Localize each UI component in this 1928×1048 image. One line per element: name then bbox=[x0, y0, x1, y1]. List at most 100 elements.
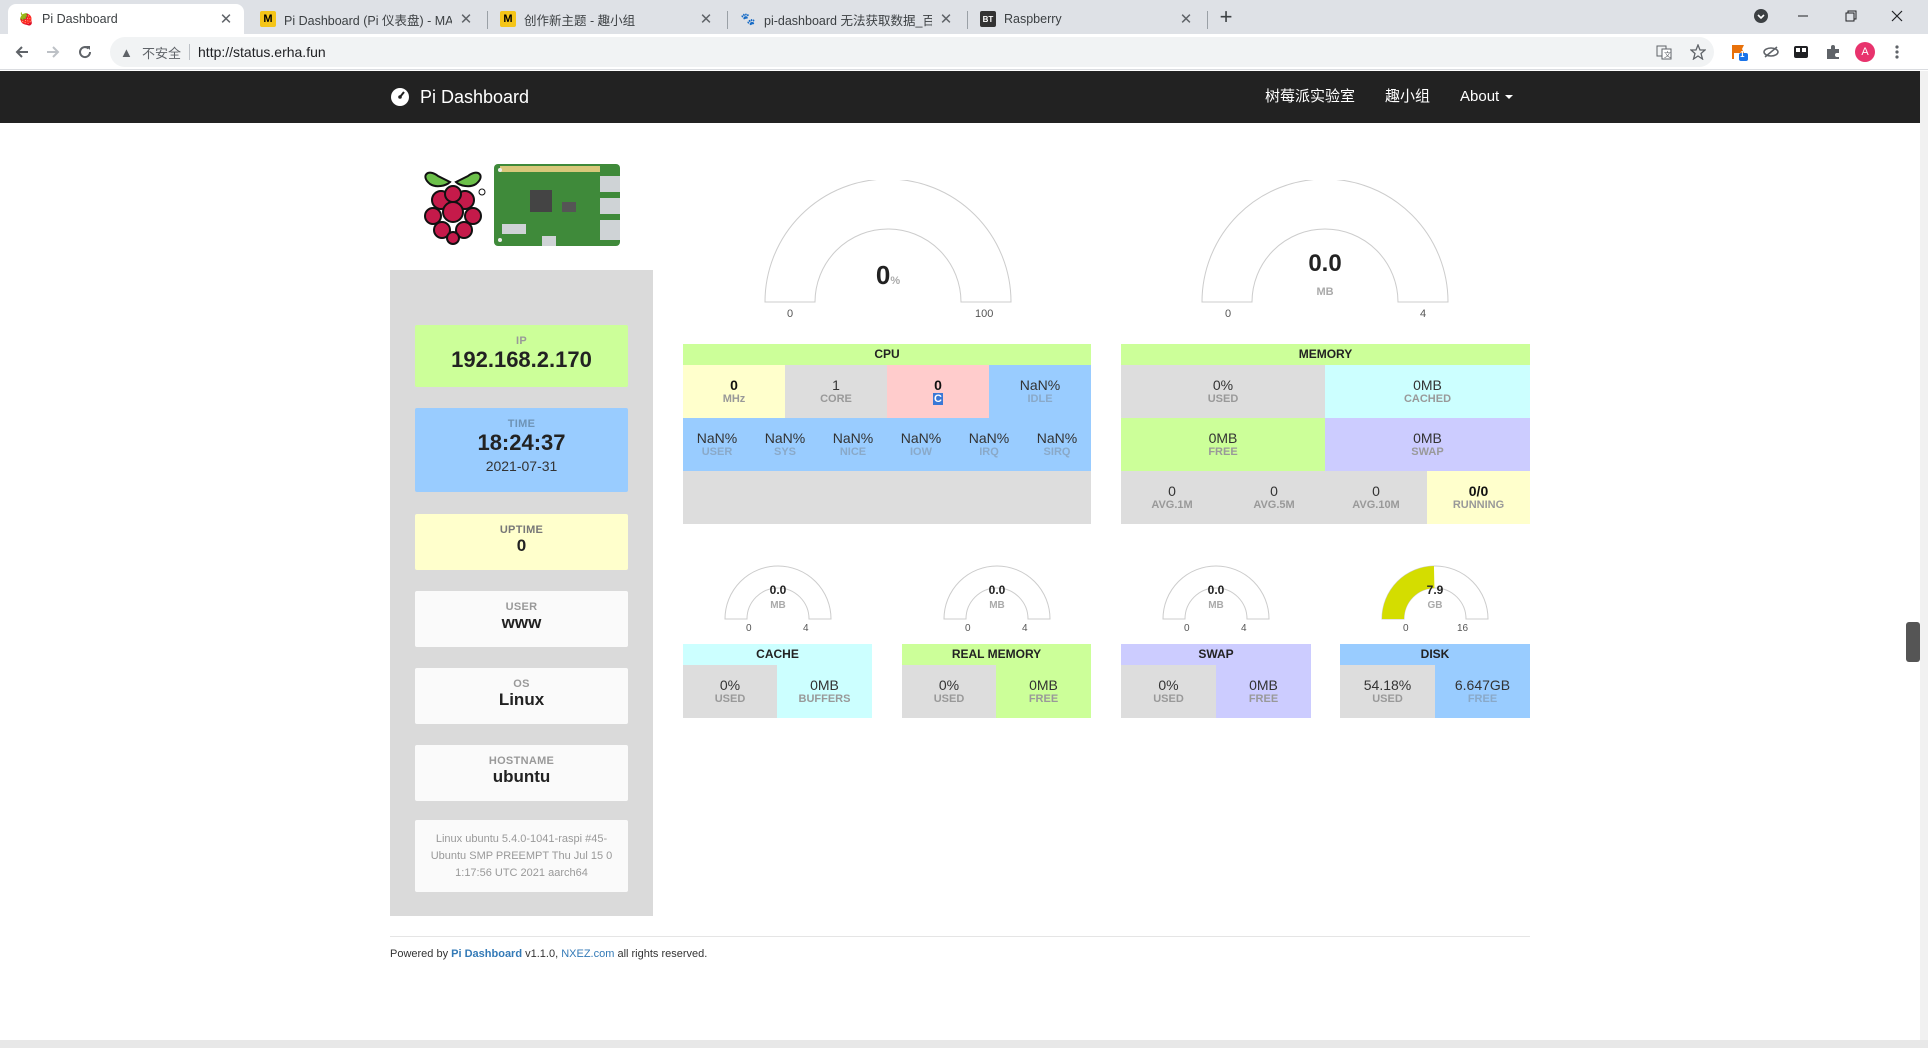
close-tab-icon[interactable]: ✕ bbox=[1178, 10, 1194, 28]
extensions-puzzle-icon[interactable] bbox=[1822, 41, 1844, 63]
close-window-icon[interactable] bbox=[1874, 0, 1920, 32]
real-memory-used-label: USED bbox=[933, 693, 965, 705]
flag-extension-icon[interactable]: 1 bbox=[1728, 41, 1750, 63]
tab-pi-dashboard-mag[interactable]: M Pi Dashboard (Pi 仪表盘) - MA ✕ bbox=[250, 4, 484, 34]
disk-gauge-unit: GB bbox=[1427, 600, 1443, 611]
address-bar[interactable]: ▲ 不安全 http://status.erha.fun bbox=[110, 37, 1714, 67]
os-label: OS bbox=[513, 678, 530, 690]
cache-used-cell: 0% USED bbox=[683, 665, 777, 718]
cpu-iow-label: IOW bbox=[910, 446, 932, 458]
close-tab-icon[interactable]: ✕ bbox=[938, 10, 954, 28]
profile-avatar[interactable]: A bbox=[1854, 41, 1876, 63]
eye-extension-icon[interactable] bbox=[1760, 41, 1782, 63]
nav-link-quxiaozu[interactable]: 趣小组 bbox=[1385, 71, 1430, 123]
cache-gauge-unit: MB bbox=[770, 600, 786, 611]
memory-used-value: 0% bbox=[1212, 377, 1234, 393]
svg-text:文: 文 bbox=[1664, 50, 1671, 59]
cache-buffers-label: BUFFERS bbox=[798, 693, 851, 705]
side-handle[interactable] bbox=[1906, 622, 1920, 662]
cpu-core-cell: 1 CORE bbox=[785, 365, 887, 418]
cpu-sys-cell: NaN% SYS bbox=[751, 418, 819, 471]
memory-cached-value: 0MB bbox=[1413, 377, 1442, 393]
page-scrollbar[interactable] bbox=[1920, 71, 1928, 1048]
uptime-card: UPTIME 0 bbox=[415, 514, 628, 570]
browser-tab-bar: 🍓 Pi Dashboard ✕ M Pi Dashboard (Pi 仪表盘)… bbox=[0, 0, 1928, 34]
tab-search-icon[interactable] bbox=[1738, 0, 1784, 32]
swap-used-value: 0% bbox=[1158, 677, 1179, 693]
reload-icon[interactable] bbox=[71, 38, 99, 66]
cpu-sirq-cell: NaN% SIRQ bbox=[1023, 418, 1091, 471]
uptime-label: UPTIME bbox=[499, 524, 544, 536]
dashboard-gauge-icon bbox=[391, 88, 409, 106]
cpu-gauge-number: 0 bbox=[875, 260, 891, 290]
real-memory-free-label: FREE bbox=[1028, 693, 1059, 705]
disk-used-cell: 54.18% USED bbox=[1340, 665, 1435, 718]
time-card: TIME 18:24:37 2021-07-31 bbox=[415, 408, 628, 492]
back-icon[interactable] bbox=[8, 38, 36, 66]
footer: Powered by Pi Dashboard v1.1.0, NXEZ.com… bbox=[390, 948, 707, 960]
profile-initial: A bbox=[1855, 42, 1875, 62]
cpu-idle-label: IDLE bbox=[1027, 393, 1053, 405]
cache-buffers-value: 0MB bbox=[810, 677, 839, 693]
brand-link[interactable]: Pi Dashboard bbox=[390, 71, 529, 123]
minimize-icon[interactable] bbox=[1780, 0, 1826, 32]
raspberry-pi-board-icon bbox=[494, 164, 620, 246]
cpu-user-cell: NaN% USER bbox=[683, 418, 751, 471]
close-tab-icon[interactable]: ✕ bbox=[218, 10, 234, 28]
cpu-core-label: CORE bbox=[820, 393, 852, 405]
swap-free-label: FREE bbox=[1248, 693, 1279, 705]
tab-separator bbox=[487, 11, 488, 29]
memory-swap-value: 0MB bbox=[1413, 430, 1442, 446]
memory-gauge-max: 4 bbox=[1420, 308, 1427, 320]
swap-gauge-unit: MB bbox=[1208, 600, 1224, 611]
ip-card: IP 192.168.2.170 bbox=[415, 325, 628, 387]
cpu-gauge-unit: % bbox=[890, 275, 901, 287]
tab-pi-dashboard[interactable]: 🍓 Pi Dashboard ✕ bbox=[8, 4, 244, 34]
bookmark-star-icon[interactable] bbox=[1688, 42, 1708, 62]
load-1m-label: AVG.1M bbox=[1151, 499, 1193, 511]
footer-suffix: all rights reserved. bbox=[614, 948, 708, 960]
dark-extension-icon[interactable] bbox=[1790, 41, 1812, 63]
cpu-irq-value: NaN% bbox=[968, 430, 1010, 446]
footer-site-link[interactable]: NXEZ.com bbox=[561, 948, 614, 960]
swap-free-value: 0MB bbox=[1249, 677, 1278, 693]
disk-free-cell: 6.647GB FREE bbox=[1435, 665, 1530, 718]
menu-kebab-icon[interactable] bbox=[1886, 41, 1908, 63]
footer-product-link[interactable]: Pi Dashboard bbox=[451, 948, 522, 960]
url-text[interactable]: http://status.erha.fun bbox=[198, 44, 326, 60]
tab-title: Pi Dashboard (Pi 仪表盘) - MA bbox=[284, 13, 452, 28]
cpu-temp-unit-selected: C bbox=[933, 393, 943, 405]
forward-icon[interactable] bbox=[39, 38, 67, 66]
nav-link-raspberry-lab[interactable]: 树莓派实验室 bbox=[1265, 71, 1355, 123]
cpu-temp-label: C bbox=[887, 393, 989, 405]
user-value: www bbox=[501, 613, 542, 632]
memory-panel-title: MEMORY bbox=[1121, 344, 1530, 365]
disk-free-label: FREE bbox=[1467, 693, 1498, 705]
cpu-sys-label: SYS bbox=[773, 446, 796, 458]
new-tab-button[interactable]: + bbox=[1212, 4, 1240, 32]
translate-icon[interactable]: 文 bbox=[1654, 42, 1674, 62]
hostname-card: HOSTNAME ubuntu bbox=[415, 745, 628, 801]
cpu-nice-cell: NaN% NICE bbox=[819, 418, 887, 471]
load-1m-value: 0 bbox=[1168, 483, 1176, 499]
cpu-gauge-min: 0 bbox=[787, 308, 794, 320]
close-tab-icon[interactable]: ✕ bbox=[458, 10, 474, 28]
not-secure-label[interactable]: 不安全 bbox=[142, 43, 181, 62]
nav-about-dropdown[interactable]: About bbox=[1460, 71, 1514, 123]
tab-baidu-search[interactable]: 🐾 pi-dashboard 无法获取数据_百 ✕ bbox=[730, 4, 964, 34]
close-tab-icon[interactable]: ✕ bbox=[698, 10, 714, 28]
real-memory-free-value: 0MB bbox=[1029, 677, 1058, 693]
swap-gauge-value: 0.0 bbox=[1207, 583, 1225, 597]
nav-about-label: About bbox=[1460, 88, 1500, 105]
swap-gauge-min: 0 bbox=[1184, 623, 1190, 634]
load-10m-cell: 0 AVG.10M bbox=[1325, 471, 1427, 524]
disk-gauge-max: 16 bbox=[1457, 623, 1469, 634]
tab-create-topic[interactable]: M 创作新主题 - 趣小组 ✕ bbox=[490, 4, 724, 34]
disk-gauge-value: 7.9 bbox=[1426, 583, 1444, 597]
not-secure-warning-icon[interactable]: ▲ bbox=[120, 45, 138, 60]
memory-swap-cell: 0MB SWAP bbox=[1325, 418, 1530, 471]
tab-raspberry[interactable]: BT Raspberry ✕ bbox=[970, 4, 1204, 34]
restore-icon[interactable] bbox=[1828, 0, 1874, 32]
address-separator bbox=[189, 44, 191, 60]
real-memory-free-cell: 0MB FREE bbox=[996, 665, 1091, 718]
